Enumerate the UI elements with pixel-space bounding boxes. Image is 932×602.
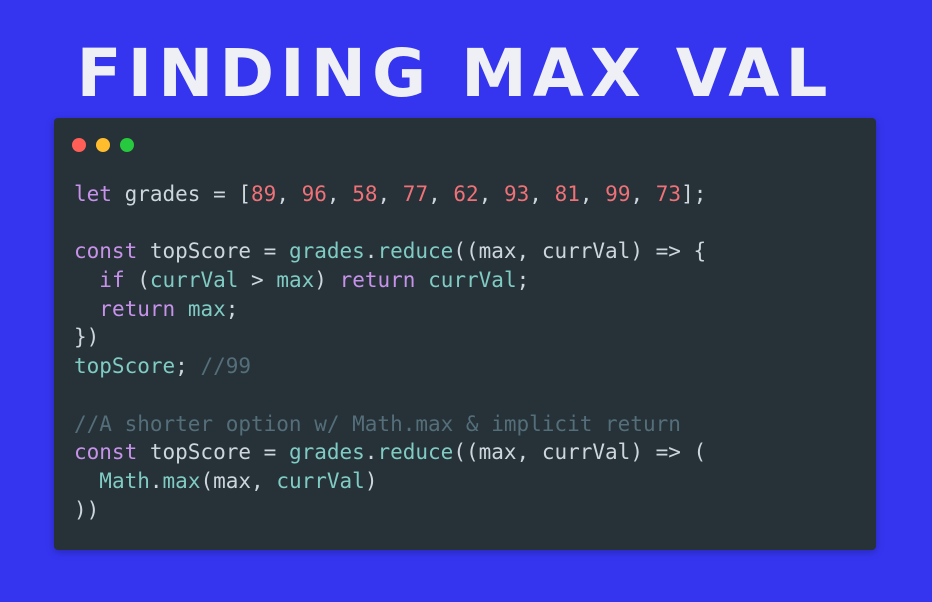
code-token-plain: ]; (681, 182, 707, 206)
code-token-keyword: return (339, 268, 416, 293)
code-token-comment: //A shorter option w/ Math.max & implici… (74, 411, 681, 436)
code-line: }) (74, 323, 706, 352)
code-token-plain: , (579, 182, 606, 206)
code-token-plain: topScore = (137, 440, 289, 465)
code-line: if (currVal > max) return currVal; (74, 266, 706, 295)
code-token-number: 96 (301, 182, 327, 206)
code-line: const topScore = grades.reduce((max, cur… (74, 438, 706, 467)
code-token-keyword: return (99, 296, 176, 321)
code-line: //A shorter option w/ Math.max & implici… (74, 410, 706, 439)
code-window: let grades = [89, 96, 58, 77, 62, 93, 81… (54, 118, 876, 550)
maximize-dot[interactable] (120, 138, 134, 152)
code-token-identifier: max (162, 468, 201, 493)
page-title: FINDING MAX VAL (76, 35, 834, 112)
code-token-identifier: topScore (74, 354, 176, 379)
code-token-identifier: Math (99, 468, 150, 493)
code-token-identifier: reduce (377, 239, 454, 264)
code-line: )) (74, 496, 706, 525)
code-token-plain: , (428, 182, 454, 206)
code-token-plain: . (364, 440, 378, 465)
code-token-plain: ( (124, 268, 150, 293)
code-token-plain: }) (74, 325, 100, 350)
code-token-number: 81 (554, 182, 580, 206)
code-line: const topScore = grades.reduce((max, cur… (74, 237, 706, 266)
code-token-identifier: grades (288, 239, 365, 264)
close-dot[interactable] (72, 138, 86, 152)
code-token-identifier: currVal (149, 268, 239, 293)
code-token-plain: , (529, 182, 555, 206)
code-token-plain: ; (175, 354, 201, 379)
code-token-plain: ) (314, 268, 340, 293)
code-token-identifier: max (276, 268, 315, 293)
code-token-number: 77 (402, 182, 429, 206)
code-line: let grades = [89, 96, 58, 77, 62, 93, 81… (74, 180, 706, 209)
code-token-comment: //99 (200, 354, 252, 379)
code-token-keyword: const (74, 239, 138, 264)
code-block: let grades = [89, 96, 58, 77, 62, 93, 81… (74, 180, 706, 524)
code-token-plain: , (276, 182, 302, 206)
code-token-number: 73 (655, 182, 682, 206)
code-token-plain: , (630, 182, 656, 206)
code-token-number: 99 (605, 182, 631, 206)
minimize-dot[interactable] (96, 138, 110, 152)
code-token-plain: ; (516, 268, 530, 293)
code-token-plain: ((max, currVal) => { (453, 239, 707, 264)
code-line: return max; (74, 295, 706, 324)
code-token-plain: ((max, currVal) => ( (453, 440, 707, 465)
code-token-plain: , (478, 182, 504, 206)
code-token-plain: . (364, 239, 378, 264)
code-token-identifier: reduce (377, 440, 454, 465)
code-token-plain: . (149, 468, 163, 493)
code-token-number: 93 (503, 182, 530, 206)
code-line: Math.max(max, currVal) (74, 467, 706, 496)
code-token-plain: ) (364, 468, 378, 493)
code-line: topScore; //99 (74, 352, 706, 381)
code-token-identifier: max (187, 296, 226, 321)
code-token-identifier: grades (288, 440, 365, 465)
code-token-number: 58 (352, 182, 378, 206)
code-token-plain: > (238, 268, 277, 293)
code-token-plain: ; (225, 296, 239, 321)
code-token-identifier: currVal (276, 468, 365, 493)
code-token-plain: grades = [ (111, 182, 252, 206)
code-token-plain: )) (74, 497, 100, 522)
window-controls (72, 138, 134, 152)
code-token-plain: topScore = (137, 239, 289, 264)
code-token-plain: (max, (200, 468, 277, 493)
code-token-keyword: let (74, 182, 112, 206)
code-token-keyword: if (99, 268, 125, 293)
code-token-plain: , (326, 182, 353, 206)
code-token-identifier: currVal (428, 268, 517, 293)
code-token-number: 62 (453, 182, 479, 206)
code-token-number: 89 (251, 182, 277, 206)
code-token-plain: , (377, 182, 403, 206)
code-token-keyword: const (74, 440, 138, 465)
